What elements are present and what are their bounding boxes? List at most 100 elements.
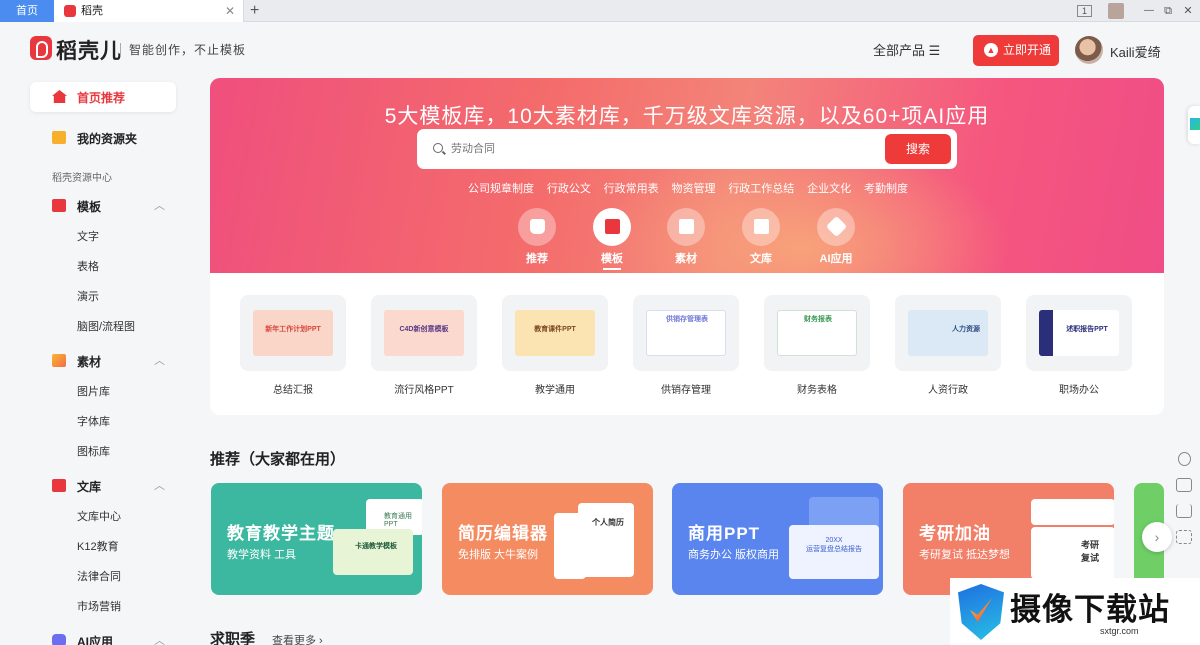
chevron-up-icon[interactable]: ︿ (154, 197, 165, 213)
sidebar-item-home[interactable]: 首页推荐 (30, 82, 176, 112)
card-preview-doc: 个人简历 (578, 503, 634, 577)
chevron-up-icon[interactable]: ︿ (154, 477, 165, 493)
sidebar-item-mindmap[interactable]: 脑图/流程图 (77, 318, 135, 334)
hot-search-tags: 公司规章制度 行政公文 行政常用表 物资管理 行政工作总结 企业文化 考勤制度 (468, 180, 908, 196)
feedback-icon[interactable] (1176, 478, 1192, 492)
template-category-label: 财务表格 (797, 385, 837, 396)
hot-tag[interactable]: 行政公文 (547, 180, 591, 196)
ai-cube-icon (52, 634, 66, 645)
browser-tab-bar: 首页 稻壳 ✕ + 1 — ⧉ ✕ (0, 0, 1200, 22)
daoke-logo-icon[interactable] (30, 36, 52, 60)
chevron-up-icon[interactable]: ︿ (154, 632, 165, 645)
hot-tag[interactable]: 行政常用表 (604, 180, 659, 196)
template-category-finance[interactable]: 财务报表 财务表格 (763, 295, 871, 396)
carousel-next-button[interactable]: › (1142, 522, 1172, 552)
tab-ai[interactable]: AI应用 (816, 208, 856, 266)
username[interactable]: Kaili爱绮 (1110, 42, 1161, 61)
tab-recommend[interactable]: 推荐 (517, 208, 557, 266)
all-products-menu[interactable]: 全部产品 ☰ (873, 40, 940, 59)
tab-library[interactable]: 文库 (741, 208, 781, 266)
template-thumbnail: C4D新创意模板 (371, 295, 477, 371)
preview-text: 复试 (1081, 553, 1100, 563)
card-subtitle: 教学资料 工具 (227, 549, 297, 561)
template-thumbnail: 教育课件PPT (502, 295, 608, 371)
sidebar-item-font-library[interactable]: 字体库 (77, 413, 110, 429)
hot-tag[interactable]: 物资管理 (671, 180, 715, 196)
hot-tag[interactable]: 公司规章制度 (468, 180, 534, 196)
template-thumbnail: 人力资源 (895, 295, 1001, 371)
template-category-inventory[interactable]: 供销存管理表 供销存管理 (632, 295, 740, 396)
see-more-link[interactable]: 查看更多 › (272, 632, 323, 645)
recommend-card-resume[interactable]: 简历编辑器 免排版 大牛案例 个人简历 (442, 483, 653, 595)
card-title: 考研加油 (919, 524, 991, 543)
sidebar-item-image-library[interactable]: 图片库 (77, 383, 110, 399)
resource-center-caption: 稻壳资源中心 (52, 173, 112, 184)
search-button[interactable]: 搜索 (885, 134, 951, 164)
new-tab-button[interactable]: + (250, 0, 259, 22)
window-count-badge[interactable]: 1 (1077, 5, 1092, 17)
template-category-summary[interactable]: 新年工作计划PPT 总结汇报 (239, 295, 347, 396)
search-box: 搜索 (417, 129, 957, 169)
slide-preview: 教育课件PPT (515, 310, 595, 356)
template-category-label: 职场办公 (1059, 385, 1099, 396)
sidebar-item-library-center[interactable]: 文库中心 (77, 508, 121, 524)
watermark-url: sxtgr.com (1100, 626, 1139, 636)
sidebar-item-k12[interactable]: K12教育 (77, 538, 119, 554)
hot-tag[interactable]: 考勤制度 (864, 180, 908, 196)
home-icon (52, 90, 67, 103)
floating-app-tab[interactable] (1188, 106, 1200, 144)
thumbs-up-icon (518, 208, 556, 246)
chevron-up-icon[interactable]: ︿ (154, 352, 165, 368)
template-category-hr[interactable]: 人力资源 人资行政 (894, 295, 1002, 396)
template-category-office[interactable]: 述职报告PPT 职场办公 (1025, 295, 1133, 396)
sidebar-item-legal[interactable]: 法律合同 (77, 568, 121, 584)
card-title: 简历编辑器 (458, 524, 548, 543)
sidebar-item-label: 我的资源夹 (77, 132, 138, 146)
vip-open-button[interactable]: ▲ 立即开通 (973, 35, 1059, 66)
sidebar-group-label: 素材 (77, 355, 102, 369)
sidebar-item-text[interactable]: 文字 (77, 228, 99, 244)
hot-tag[interactable]: 行政工作总结 (728, 180, 794, 196)
hot-tag[interactable]: 企业文化 (807, 180, 851, 196)
template-thumbnail: 财务报表 (764, 295, 870, 371)
sidebar-item-slides[interactable]: 演示 (77, 288, 99, 304)
thumbnail-text: C4D新创意模板 (399, 326, 449, 333)
browser-home-tab[interactable]: 首页 (0, 0, 54, 22)
recommend-card-education[interactable]: 教育教学主题 教学资料 工具 教育通用PPT 卡通教学模板 (211, 483, 422, 595)
slide-preview: 新年工作计划PPT (253, 310, 333, 356)
card-title: 教育教学主题 (227, 524, 335, 543)
thumbnail-text: 述职报告PPT (1066, 326, 1108, 333)
preview-text: 考研 (1081, 540, 1100, 550)
card-subtitle: 考研复试 抵达梦想 (919, 549, 1011, 561)
brand-slogan: 智能创作，不止模板 (120, 43, 246, 57)
window-close-icon[interactable]: ✕ (1176, 0, 1200, 22)
qrcode-icon[interactable] (1176, 530, 1192, 544)
card-preview-doc: 考研 复试 (1031, 527, 1114, 579)
search-input[interactable] (451, 139, 871, 159)
template-thumbnail: 供销存管理表 (633, 295, 739, 371)
template-category-teaching[interactable]: 教育课件PPT 教学通用 (501, 295, 609, 396)
sidebar-item-icon-library[interactable]: 图标库 (77, 443, 110, 459)
category-label: AI应用 (819, 253, 853, 265)
book-icon (742, 208, 780, 246)
sidebar-item-marketing[interactable]: 市场营销 (77, 598, 121, 614)
daoke-tab-icon (64, 5, 76, 17)
user-avatar[interactable] (1075, 36, 1103, 64)
user-icon[interactable] (1177, 452, 1191, 466)
template-category-trending-ppt[interactable]: C4D新创意模板 流行风格PPT (370, 295, 478, 396)
recommend-card-business-ppt[interactable]: 商用PPT 商务办公 版权商用 20XX 运营复盘总结报告 (672, 483, 883, 595)
category-label: 推荐 (526, 253, 548, 265)
thumbnail-text: 人力资源 (952, 326, 980, 333)
thumbnail-text: 教育课件PPT (534, 326, 576, 333)
brand-name[interactable]: 稻壳儿 (56, 35, 122, 65)
download-icon[interactable] (1176, 504, 1192, 518)
tab-material[interactable]: 素材 (666, 208, 706, 266)
profile-thumbnail[interactable] (1108, 3, 1124, 19)
template-thumbnail: 述职报告PPT (1026, 295, 1132, 371)
sidebar-item-sheet[interactable]: 表格 (77, 258, 99, 274)
tab-template[interactable]: 模板 (592, 208, 632, 270)
template-category-label: 人资行政 (928, 385, 968, 396)
browser-tab-daoke[interactable]: 稻壳 ✕ (54, 0, 244, 22)
tab-close-icon[interactable]: ✕ (225, 0, 235, 22)
template-icon (52, 199, 66, 212)
